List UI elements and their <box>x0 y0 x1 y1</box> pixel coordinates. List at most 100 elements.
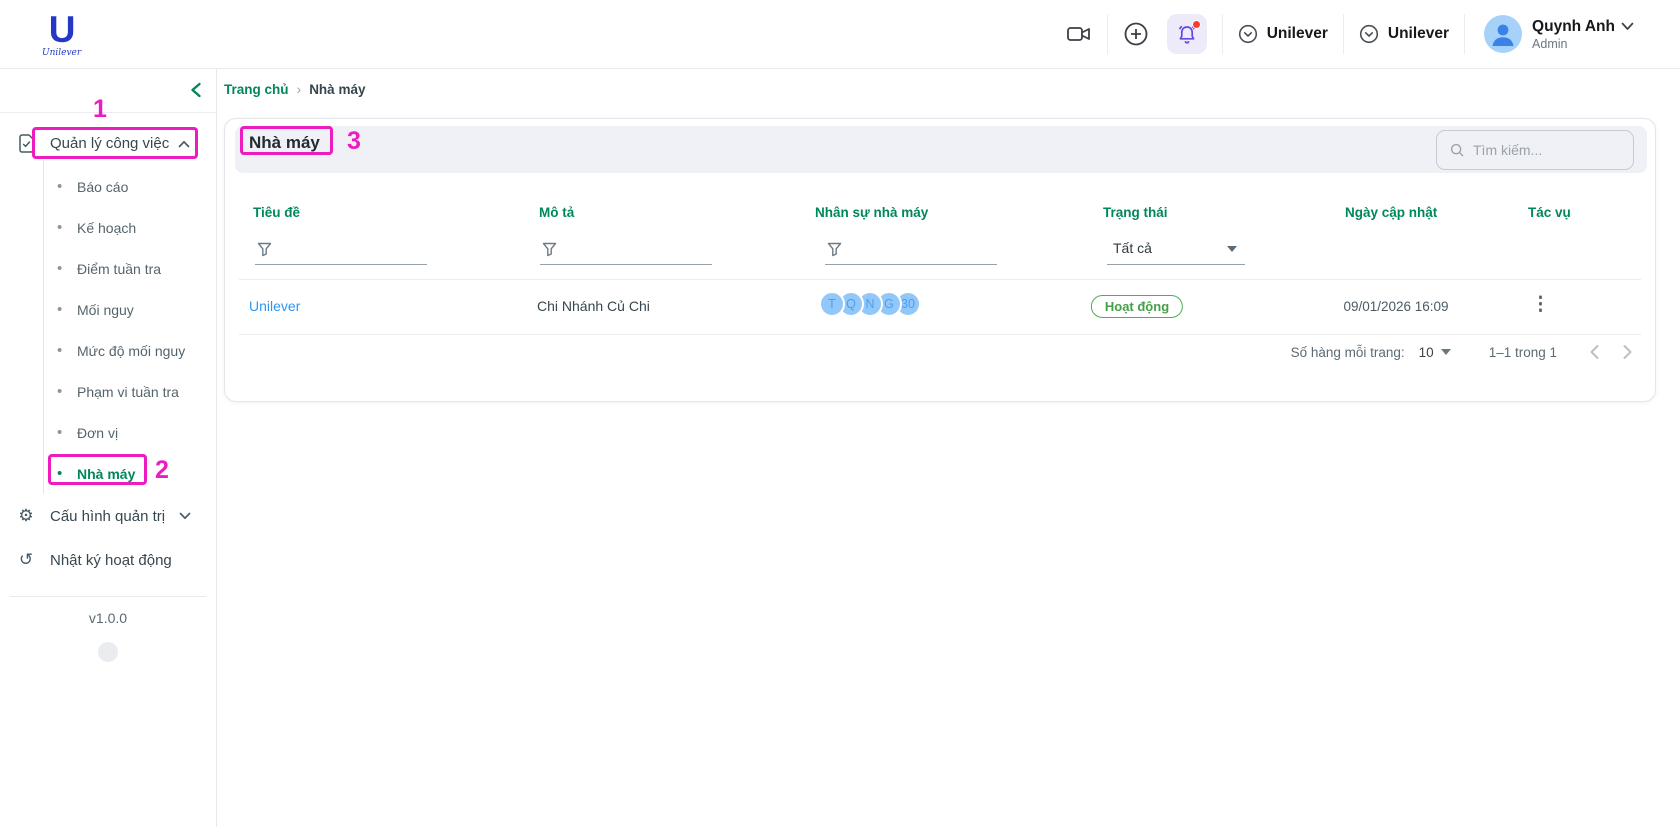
search-field <box>1436 130 1634 170</box>
filter-funnel-icon[interactable] <box>827 242 842 257</box>
sidebar-item-diem-tuan-tra[interactable]: • Điểm tuần tra <box>44 248 216 289</box>
video-camera-icon[interactable] <box>1066 23 1092 45</box>
pagination: Số hàng mỗi trang: 10 1–1 trong 1 <box>1291 339 1633 365</box>
factory-card: Nhà máy Tiêu đề Mô tả Nhân sự nhà máy Tr… <box>224 118 1656 402</box>
bullet-icon: • <box>57 342 69 359</box>
next-page-button[interactable] <box>1622 344 1633 360</box>
bullet-icon: • <box>57 465 69 482</box>
filter-funnel-icon[interactable] <box>542 242 557 257</box>
status-filter-select[interactable]: Tất cả <box>1107 231 1245 265</box>
column-header-tieu-de: Tiêu đề <box>253 205 300 220</box>
column-header-ngay-cap-nhat: Ngày cập nhật <box>1345 205 1437 220</box>
column-header-mo-ta: Mô tả <box>539 205 574 220</box>
sidebar-submenu: • Báo cáo • Kế hoạch • Điểm tuần tra • M… <box>43 160 216 494</box>
bullet-icon: • <box>57 178 69 195</box>
org-switcher-1[interactable]: Unilever <box>1238 24 1328 44</box>
notification-badge-dot <box>1192 20 1201 29</box>
user-menu[interactable]: Quynh Anh Admin <box>1484 15 1634 53</box>
staff-avatar: T <box>819 291 845 317</box>
circle-chevron-down-icon <box>1238 24 1258 44</box>
column-header-nhan-su: Nhân sự nhà máy <box>815 205 928 220</box>
staff-avatar-group[interactable]: T Q N G 30 <box>819 291 921 317</box>
divider <box>1222 14 1223 54</box>
sidebar-collapse-button[interactable] <box>189 82 203 98</box>
row-updated-at: 09/01/2026 16:09 <box>1343 299 1448 314</box>
pagination-range: 1–1 trong 1 <box>1489 345 1557 360</box>
sidebar-item-moi-nguy[interactable]: • Mối nguy <box>44 289 216 330</box>
user-role: Admin <box>1532 37 1634 51</box>
bullet-icon: • <box>57 301 69 318</box>
notifications-button[interactable] <box>1167 14 1207 54</box>
top-bar: U Unilever <box>0 0 1680 69</box>
status-badge: Hoạt động <box>1091 295 1183 318</box>
unilever-logo-text: Unilever <box>42 49 81 58</box>
caret-down-icon <box>1227 246 1237 252</box>
person-icon <box>1484 15 1522 53</box>
decorative-circle <box>98 642 118 662</box>
sidebar-item-cau-hinh-quan-tri[interactable]: ⚙ Cấu hình quản trị <box>0 494 216 538</box>
divider <box>1464 14 1465 54</box>
filter-staff[interactable] <box>825 231 997 265</box>
sidebar-item-nhat-ky-hoat-dong[interactable]: ↺ Nhật ký hoạt động <box>0 538 216 582</box>
user-name: Quynh Anh <box>1532 18 1615 36</box>
sidebar-item-muc-do-moi-nguy[interactable]: • Mức độ mối nguy <box>44 330 216 371</box>
column-header-trang-thai: Trạng thái <box>1103 205 1168 220</box>
task-document-icon <box>16 134 36 153</box>
chevron-down-icon <box>1621 22 1634 31</box>
bullet-icon: • <box>57 424 69 441</box>
divider <box>10 596 206 597</box>
caret-down-icon <box>1441 349 1451 355</box>
search-icon <box>1450 142 1464 158</box>
unilever-logo-mark: U <box>49 11 75 48</box>
chevron-down-icon <box>179 512 191 520</box>
breadcrumb: Trang chủ › Nhà máy <box>224 81 365 97</box>
org-switcher-2[interactable]: Unilever <box>1359 24 1449 44</box>
app-version: v1.0.0 <box>0 610 216 626</box>
gear-icon: ⚙ <box>16 506 36 526</box>
history-icon: ↺ <box>16 550 36 570</box>
divider <box>239 279 1641 280</box>
main-content: Trang chủ › Nhà máy Nhà máy Tiêu đề Mô t… <box>217 69 1680 827</box>
breadcrumb-home[interactable]: Trang chủ <box>224 82 289 97</box>
sidebar-item-don-vi[interactable]: • Đơn vị <box>44 412 216 453</box>
filter-description[interactable] <box>540 231 712 265</box>
sidebar-item-ke-hoach[interactable]: • Kế hoạch <box>44 207 216 248</box>
previous-page-button[interactable] <box>1589 344 1600 360</box>
sidebar: Quản lý công việc • Báo cáo • Kế hoạch •… <box>0 69 217 827</box>
status-filter-value: Tất cả <box>1113 240 1152 256</box>
divider <box>239 334 1641 335</box>
add-circle-icon[interactable] <box>1123 21 1149 47</box>
org-switcher-label: Unilever <box>1267 25 1328 43</box>
divider <box>1343 14 1344 54</box>
sidebar-item-pham-vi-tuan-tra[interactable]: • Phạm vi tuần tra <box>44 371 216 412</box>
chevron-right-icon <box>1622 344 1633 360</box>
rows-per-page-label: Số hàng mỗi trang: <box>1291 345 1405 360</box>
bullet-icon: • <box>57 260 69 277</box>
rows-per-page-select[interactable]: 10 <box>1419 345 1451 360</box>
breadcrumb-current: Nhà máy <box>309 82 365 97</box>
breadcrumb-separator: › <box>297 81 302 97</box>
page-title: Nhà máy <box>249 133 320 153</box>
bullet-icon: • <box>57 383 69 400</box>
bullet-icon: • <box>57 219 69 236</box>
chevron-left-icon <box>1589 344 1600 360</box>
chevron-up-icon <box>178 140 190 148</box>
divider <box>0 112 216 113</box>
sidebar-item-nha-may[interactable]: • Nhà máy <box>44 453 216 494</box>
column-header-tac-vu: Tác vụ <box>1528 205 1571 220</box>
row-title-link[interactable]: Unilever <box>249 298 300 314</box>
circle-chevron-down-icon <box>1359 24 1379 44</box>
row-actions-kebab-menu[interactable]: ⋮ <box>1525 293 1556 316</box>
rows-per-page-value: 10 <box>1419 345 1434 360</box>
chevron-left-icon <box>189 82 203 98</box>
sidebar-item-label: Quản lý công việc <box>50 135 169 152</box>
user-avatar <box>1484 15 1522 53</box>
sidebar-item-bao-cao[interactable]: • Báo cáo <box>44 166 216 207</box>
filter-funnel-icon[interactable] <box>257 242 272 257</box>
filter-title[interactable] <box>255 231 427 265</box>
divider <box>1107 14 1108 54</box>
sidebar-item-quan-ly-cong-viec[interactable]: Quản lý công việc <box>0 127 216 160</box>
row-description: Chi Nhánh Củ Chi <box>537 298 650 314</box>
search-input[interactable] <box>1473 142 1623 158</box>
unilever-logo[interactable]: U Unilever <box>42 11 81 58</box>
